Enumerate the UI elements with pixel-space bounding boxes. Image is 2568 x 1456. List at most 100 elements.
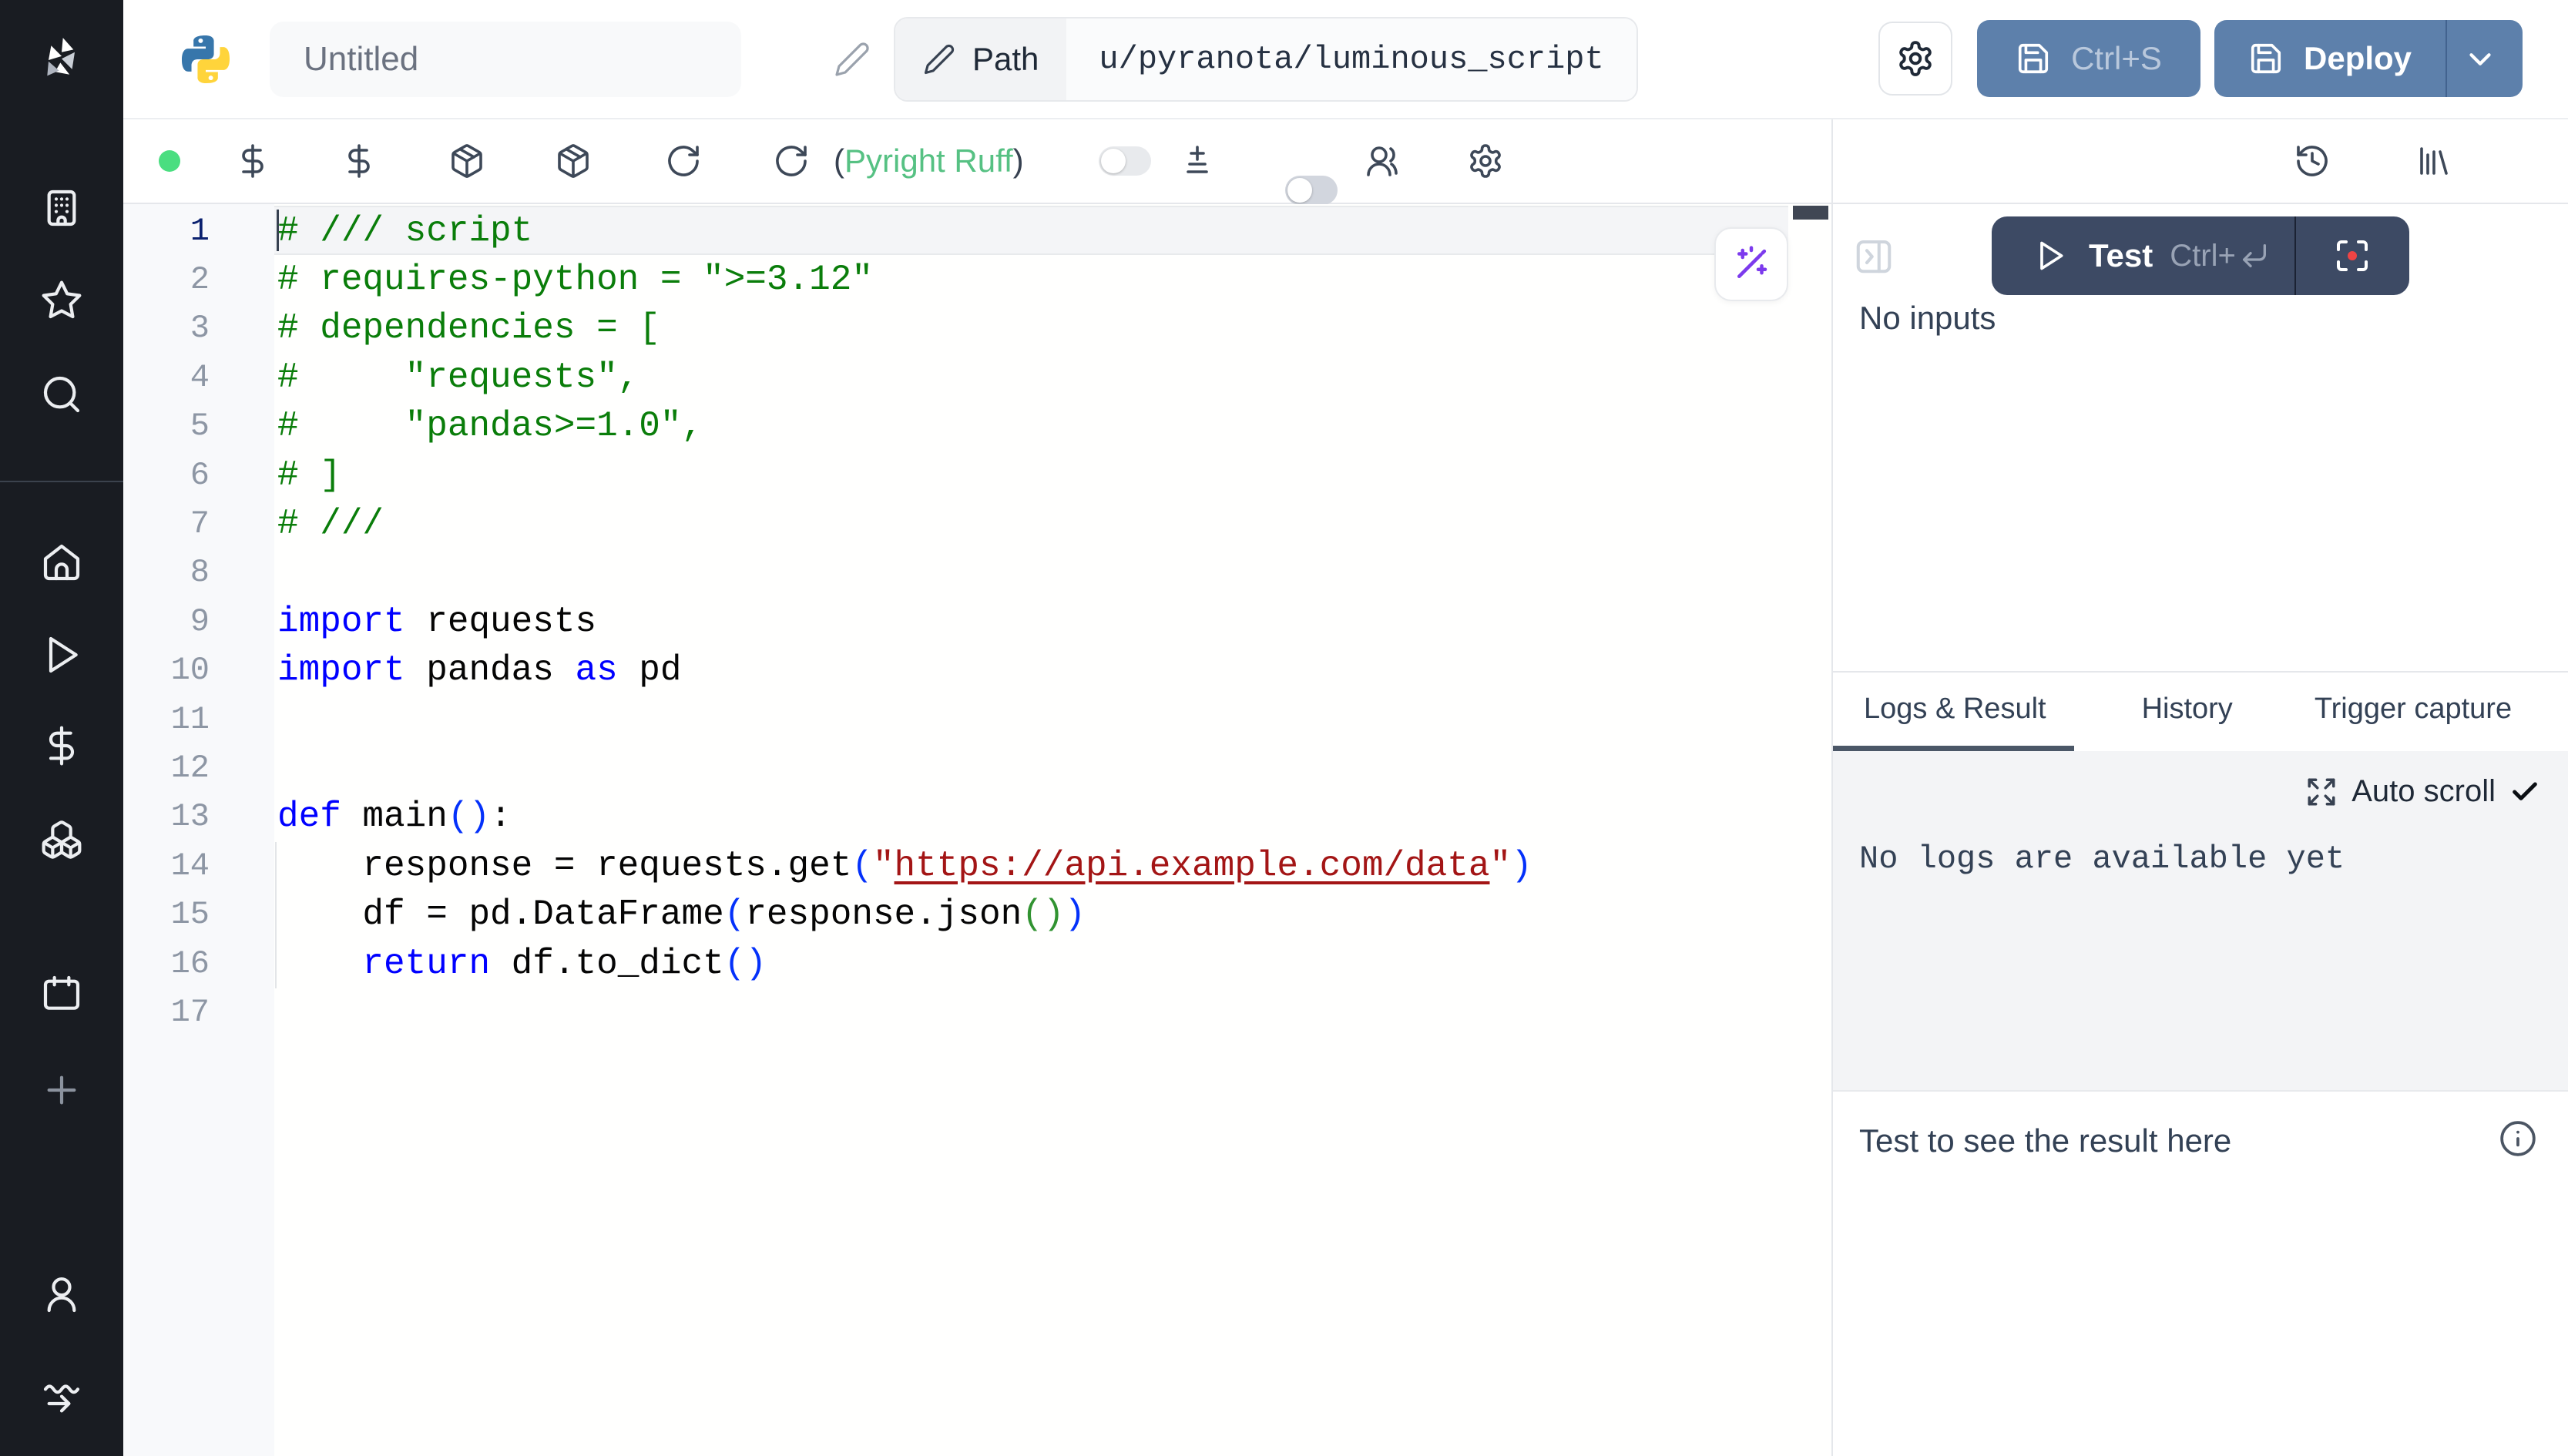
app-sidebar	[0, 0, 123, 1456]
package-icon[interactable]	[555, 143, 592, 179]
library-icon[interactable]	[2415, 143, 2452, 179]
code-line[interactable]: 2# requires-python = ">=3.12"	[123, 255, 1831, 304]
code-line[interactable]: 6# ]	[123, 451, 1831, 499]
line-number: 14	[123, 847, 210, 884]
lint-status-label: (Pyright Ruff)	[834, 143, 1024, 179]
code-line[interactable]: 14 response = requests.get("https://api.…	[123, 841, 1831, 890]
result-hint-message: Test to see the result here	[1859, 1122, 2231, 1159]
code-text: # dependencies = [	[210, 308, 660, 348]
line-number: 1	[123, 213, 210, 250]
script-title-input[interactable]: Untitled	[270, 22, 741, 97]
code-line[interactable]: 15 df = pd.DataFrame(response.json())	[123, 890, 1831, 938]
line-number: 2	[123, 261, 210, 298]
code-text: # /// script	[210, 211, 532, 251]
check-icon	[2509, 777, 2540, 807]
deploy-split-divider	[2445, 20, 2447, 97]
auto-scroll-toggle[interactable]: Auto scroll	[2305, 774, 2540, 809]
no-logs-message: No logs are available yet	[1859, 840, 2345, 877]
tab-logs-result[interactable]: Logs & Result	[1833, 673, 2074, 751]
variables-dollar-icon[interactable]	[234, 143, 271, 179]
play-icon	[2033, 239, 2067, 273]
edit-title-pencil-icon[interactable]	[834, 41, 871, 78]
panel-tabs: Logs & Result History Trigger capture	[1833, 671, 2568, 751]
save-shortcut-label: Ctrl+S	[2071, 40, 2162, 77]
diff-mode-toggle[interactable]	[1099, 146, 1151, 176]
tab-trigger-capture[interactable]: Trigger capture	[2293, 673, 2533, 751]
script-path-field[interactable]: Path u/pyranota/luminous_script	[894, 17, 1638, 102]
home-icon[interactable]	[40, 541, 83, 584]
runs-play-icon[interactable]	[40, 633, 83, 676]
plus-minus-diff-icon	[1179, 143, 1216, 179]
top-header: Untitled Path u/pyranota/luminous_script…	[123, 0, 2568, 119]
deploy-options-chevron-down-icon[interactable]	[2462, 42, 2498, 77]
favorites-star-icon[interactable]	[40, 279, 83, 322]
code-lines: 1# /// script2# requires-python = ">=3.1…	[123, 206, 1831, 1037]
code-text: df = pd.DataFrame(response.json())	[210, 894, 1086, 934]
code-line[interactable]: 8	[123, 549, 1831, 597]
refresh-icon[interactable]	[773, 143, 810, 179]
line-number: 13	[123, 798, 210, 835]
code-line[interactable]: 4# "requests",	[123, 353, 1831, 401]
capture-focus-icon	[2334, 237, 2371, 274]
resources-dollar-icon[interactable]	[341, 143, 378, 179]
info-icon[interactable]	[2499, 1119, 2537, 1158]
script-title-value: Untitled	[304, 40, 418, 79]
script-settings-button[interactable]	[1878, 22, 1952, 96]
code-line[interactable]: 5# "pandas>=1.0",	[123, 402, 1831, 451]
capture-test-button[interactable]	[2296, 237, 2409, 274]
editor-scrollbar-thumb[interactable]	[1793, 206, 1828, 220]
line-number: 5	[123, 408, 210, 445]
text-cursor	[277, 210, 279, 251]
code-line[interactable]: 16 return df.to_dict()	[123, 939, 1831, 988]
path-value[interactable]: u/pyranota/luminous_script	[1066, 18, 1636, 100]
refresh-icon[interactable]	[665, 143, 702, 179]
code-line[interactable]: 10import pandas as pd	[123, 646, 1831, 695]
add-plus-icon[interactable]	[40, 1069, 83, 1112]
workspace-icon[interactable]	[40, 186, 83, 230]
no-inputs-message: No inputs	[1859, 300, 1996, 337]
line-number: 3	[123, 310, 210, 347]
windmill-logo[interactable]	[35, 34, 88, 89]
code-line[interactable]: 9import requests	[123, 597, 1831, 646]
result-section: Test to see the result here	[1833, 1090, 2568, 1456]
code-text: response = requests.get("https://api.exa…	[210, 846, 1532, 886]
multiplayer-toggle[interactable]	[1285, 176, 1338, 205]
ai-assistant-button[interactable]	[1714, 227, 1788, 301]
line-number: 12	[123, 750, 210, 787]
collapse-panel-icon[interactable]	[1853, 235, 1895, 277]
code-line[interactable]: 7# ///	[123, 499, 1831, 548]
exit-flow-arrow-icon[interactable]	[40, 1377, 83, 1420]
search-icon[interactable]	[40, 373, 83, 416]
gear-icon	[1896, 39, 1935, 78]
panel-toolbar	[1833, 119, 2568, 204]
code-line[interactable]: 17	[123, 988, 1831, 1036]
package-icon[interactable]	[448, 143, 485, 179]
status-dot	[159, 150, 180, 172]
multiplayer-users-icon	[1364, 143, 1401, 179]
tab-history[interactable]: History	[2120, 673, 2254, 751]
history-icon[interactable]	[2294, 143, 2331, 179]
logs-section: Auto scroll No logs are available yet	[1833, 751, 2568, 1090]
code-line[interactable]: 11	[123, 695, 1831, 743]
test-run-button[interactable]: Test Ctrl+	[1992, 216, 2409, 295]
code-line[interactable]: 12	[123, 743, 1831, 792]
deploy-label: Deploy	[2304, 40, 2412, 77]
deploy-button[interactable]: Deploy	[2214, 20, 2523, 97]
schedules-calendar-icon[interactable]	[40, 972, 83, 1015]
editor-settings-gear-icon[interactable]	[1467, 143, 1504, 179]
save-draft-button[interactable]: Ctrl+S	[1977, 20, 2200, 97]
user-account-icon[interactable]	[40, 1273, 83, 1316]
magic-wand-icon	[1730, 243, 1772, 285]
code-line[interactable]: 1# /// script	[123, 206, 1831, 255]
save-icon	[2016, 41, 2051, 76]
code-editor[interactable]: 1# /// script2# requires-python = ">=3.1…	[123, 204, 1831, 1456]
variables-dollar-icon[interactable]	[40, 724, 83, 767]
code-text: # "pandas>=1.0",	[210, 406, 703, 446]
line-number: 8	[123, 554, 210, 591]
editor-toolbar: (Pyright Ruff)	[123, 119, 1831, 204]
code-line[interactable]: 13def main():	[123, 793, 1831, 841]
code-text: def main():	[210, 797, 512, 837]
code-line[interactable]: 3# dependencies = [	[123, 304, 1831, 353]
code-text: import requests	[210, 602, 596, 642]
resources-boxes-icon[interactable]	[40, 818, 83, 861]
